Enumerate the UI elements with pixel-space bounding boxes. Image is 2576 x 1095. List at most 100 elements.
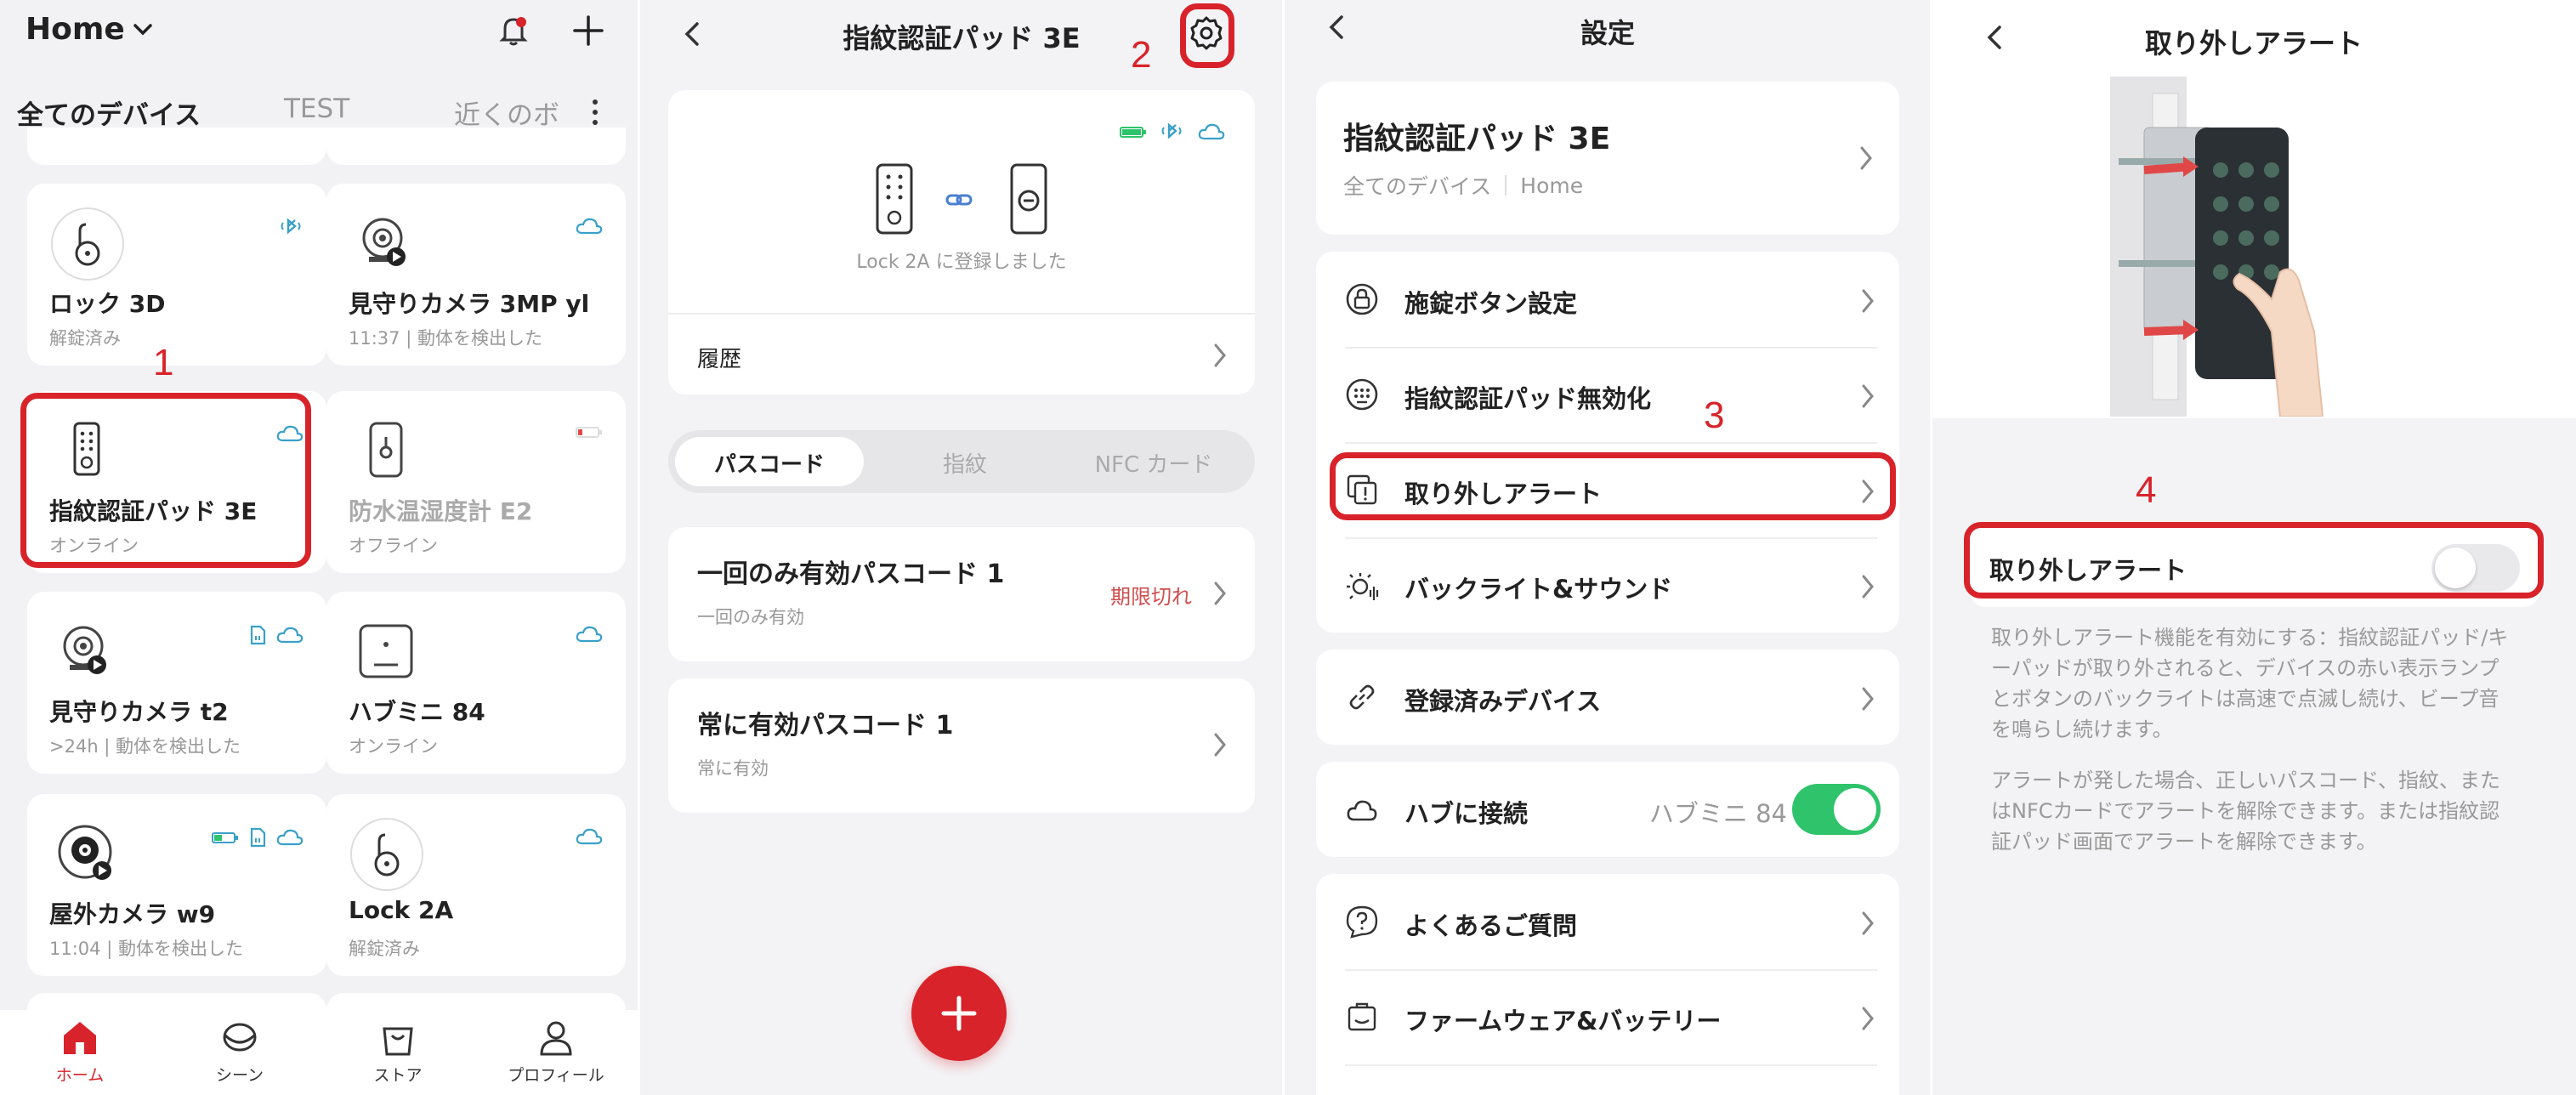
highlight-box-4 bbox=[1964, 522, 2544, 599]
annotation-3: 3 bbox=[1704, 394, 1725, 436]
device-breadcrumb: 全てのデバイス Home bbox=[1343, 170, 1583, 201]
device-info-row[interactable]: 指紋認証パッド 3E 全てのデバイス Home bbox=[1316, 82, 1899, 235]
passcode-subtitle: 一回のみ有効 bbox=[697, 607, 804, 627]
nav-store[interactable]: ストア bbox=[347, 1018, 449, 1086]
device-name: 防水温湿度計 E2 bbox=[349, 497, 533, 525]
device-card-outdoor-camera-w9[interactable]: 屋外カメラ w9 11:04 | 動体を検出した bbox=[27, 794, 326, 976]
settings-screen: 設定 指紋認証パッド 3E 全てのデバイス Home 施錠ボタン設定 指紋認証パ… bbox=[1284, 0, 1932, 1095]
cloud-icon bbox=[1347, 800, 1377, 821]
keypad-lock-link-icon bbox=[876, 163, 1047, 235]
help-icon bbox=[1346, 905, 1378, 939]
chevron-right-icon bbox=[1214, 733, 1226, 757]
device-name: ハブミニ 84 bbox=[349, 698, 485, 726]
settings-group-hub: ハブに接続 ハブミニ 84 bbox=[1316, 762, 1899, 857]
screen-separator bbox=[1930, 0, 1932, 1095]
backlight-sound-icon bbox=[1347, 573, 1379, 600]
device-name: 屋外カメラ w9 bbox=[49, 900, 216, 928]
breadcrumb-separator bbox=[1505, 175, 1507, 196]
home-selector[interactable]: Home bbox=[26, 12, 156, 47]
more-icon[interactable] bbox=[587, 95, 604, 129]
scene-icon bbox=[223, 1023, 257, 1052]
device-card-thermometer-e2[interactable]: 防水温湿度計 E2 オフライン bbox=[326, 391, 626, 573]
bell-icon[interactable] bbox=[495, 12, 532, 49]
device-card-lock-2a[interactable]: Lock 2A 解錠済み bbox=[326, 794, 626, 976]
segment-nfc-card[interactable]: NFC カード bbox=[1059, 447, 1248, 479]
settings-row-hub-connection: ハブに接続 ハブミニ 84 bbox=[1316, 762, 1899, 857]
device-name: ロック 3D bbox=[49, 290, 166, 318]
bluetooth-icon bbox=[281, 218, 301, 235]
highlight-box-2 bbox=[1180, 3, 1234, 68]
hub-connection-toggle[interactable] bbox=[1792, 784, 1881, 835]
device-card-lock-3d[interactable]: ロック 3D 解錠済み bbox=[27, 184, 326, 366]
device-card-partial bbox=[27, 128, 326, 165]
camera-icon bbox=[362, 218, 406, 266]
settings-row-faq[interactable]: よくあるご質問 bbox=[1316, 874, 1899, 969]
chevron-right-icon bbox=[1862, 1007, 1874, 1030]
chevron-right-icon bbox=[1862, 384, 1874, 408]
hub-value: ハブミニ 84 bbox=[1648, 799, 1787, 828]
settings-label: よくあるご質問 bbox=[1404, 911, 1578, 940]
settings-row-backlight-sound[interactable]: バックライト&サウンド bbox=[1316, 537, 1899, 633]
nav-profile[interactable]: プロフィール bbox=[505, 1018, 607, 1086]
nav-home[interactable]: ホーム bbox=[29, 1018, 131, 1086]
settings-label: バックライト&サウンド bbox=[1404, 575, 1673, 604]
device-list-screen: Home 全てのデバイス TEST 近くのボ ロック 3D 解錠済み 見守りカメ… bbox=[0, 0, 639, 1095]
history-row[interactable]: 履歴 bbox=[668, 315, 1255, 394]
device-name: 見守りカメラ t2 bbox=[49, 698, 229, 726]
segment-fingerprint[interactable]: 指紋 bbox=[871, 447, 1059, 479]
page-title: 設定 bbox=[1580, 17, 1635, 49]
outdoor-camera-icon bbox=[58, 825, 112, 880]
battery-full-icon bbox=[1120, 127, 1146, 138]
sd-card-icon bbox=[250, 625, 266, 645]
nav-label: ストア bbox=[373, 1066, 423, 1085]
device-status: >24h | 動体を検出した bbox=[49, 736, 241, 757]
device-card-hub-mini-84[interactable]: ハブミニ 84 オンライン bbox=[326, 592, 626, 774]
screen-separator bbox=[1282, 0, 1285, 1095]
lock-icon bbox=[350, 818, 423, 891]
settings-row-keypad-disable[interactable]: 指紋認証パッド無効化 bbox=[1316, 347, 1899, 442]
passcode-row-once[interactable]: 一回のみ有効パスコード 1 一回のみ有効 期限切れ bbox=[668, 527, 1255, 661]
passcode-row-always[interactable]: 常に有効パスコード 1 常に有効 bbox=[668, 678, 1255, 813]
passcode-subtitle: 常に有効 bbox=[697, 758, 769, 779]
device-card-partial bbox=[326, 128, 626, 165]
keypad-detail-screen: 指紋認証パッド 3E 2 Lock 2A に登録しました 履歴 パスコード 指紋… bbox=[639, 0, 1284, 1095]
sd-card-icon bbox=[250, 827, 266, 848]
tab-nearby[interactable]: 近くのボ bbox=[454, 94, 559, 132]
keypad-grid-icon bbox=[1346, 378, 1378, 411]
device-status: 解錠済み bbox=[349, 939, 420, 959]
tab-test[interactable]: TEST bbox=[284, 94, 349, 124]
link-icon bbox=[1349, 684, 1375, 710]
page-title: 取り外しアラート bbox=[2144, 27, 2363, 60]
add-passcode-button[interactable] bbox=[911, 966, 1007, 1061]
add-icon[interactable] bbox=[571, 14, 605, 48]
segment-passcode[interactable]: パスコード bbox=[675, 447, 864, 479]
home-header: Home bbox=[0, 0, 639, 78]
profile-icon bbox=[540, 1021, 572, 1056]
bottom-navigation: ホーム シーン ストア プロフィール bbox=[0, 1010, 639, 1095]
device-card-camera-t2[interactable]: 見守りカメラ t2 >24h | 動体を検出した bbox=[27, 592, 326, 774]
breadcrumb-home: Home bbox=[1520, 173, 1584, 198]
device-status: オンライン bbox=[349, 736, 438, 757]
chevron-right-icon bbox=[1214, 343, 1226, 367]
alert-description-2: アラートが発した場合、正しいパスコード、指紋、またはNFCカードでアラートを解除… bbox=[1991, 769, 2501, 854]
lock-button-icon bbox=[1346, 283, 1378, 315]
home-label: Home bbox=[26, 12, 125, 47]
device-status: 11:04 | 動体を検出した bbox=[49, 939, 243, 959]
screen-separator bbox=[638, 0, 640, 1095]
device-status: オフライン bbox=[349, 536, 438, 556]
expired-badge: 期限切れ bbox=[1110, 585, 1192, 609]
tab-all-devices[interactable]: 全てのデバイス bbox=[17, 94, 201, 132]
hub-icon bbox=[359, 624, 413, 678]
settings-row-firmware-battery[interactable]: ファームウェア&バッテリー bbox=[1316, 969, 1899, 1064]
settings-group-registered: 登録済みデバイス bbox=[1316, 650, 1899, 745]
nav-label: シーン bbox=[215, 1066, 264, 1085]
settings-row-lock-button[interactable]: 施錠ボタン設定 bbox=[1316, 252, 1899, 347]
device-card-camera-3mp[interactable]: 見守りカメラ 3MP yl 11:37 | 動体を検出した bbox=[326, 184, 626, 366]
settings-row-registered-devices[interactable]: 登録済みデバイス bbox=[1316, 650, 1899, 745]
credential-segmented-control: パスコード 指紋 NFC カード bbox=[668, 430, 1255, 493]
bluetooth-icon bbox=[1161, 122, 1182, 139]
settings-topbar: 設定 bbox=[1284, 0, 1932, 71]
history-label: 履歴 bbox=[697, 347, 742, 372]
nav-scene[interactable]: シーン bbox=[189, 1018, 291, 1086]
lock-registered-text: Lock 2A に登録しました bbox=[856, 252, 1067, 273]
